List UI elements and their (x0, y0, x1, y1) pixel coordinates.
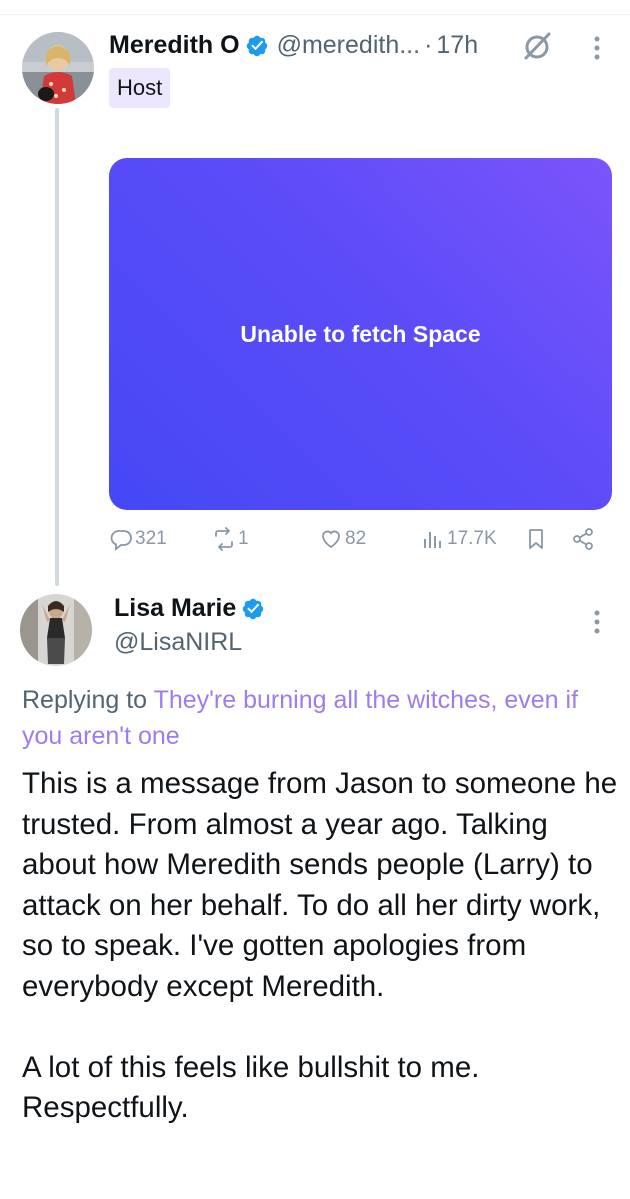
like-button[interactable]: 82 (319, 527, 366, 551)
tweet-action-bar: 321 1 82 17.7K (109, 527, 612, 557)
bookmark-icon (524, 527, 548, 551)
thread-connector-line (55, 108, 59, 586)
verified-badge-icon (241, 597, 265, 621)
replying-to-line: Replying to They're burning all the witc… (22, 682, 622, 754)
avatar-meredith[interactable] (22, 32, 94, 104)
more-options-icon[interactable] (585, 33, 609, 63)
like-count: 82 (345, 528, 367, 549)
host-badge: Host (109, 68, 171, 108)
space-card[interactable]: Unable to fetch Space (109, 158, 612, 510)
lisa-marie-header: Lisa Marie (114, 594, 265, 623)
views-button[interactable]: 17.7K (421, 527, 497, 551)
space-card-message: Unable to fetch Space (240, 320, 481, 347)
share-icon (571, 527, 595, 551)
share-button[interactable] (571, 527, 595, 551)
repost-button[interactable]: 1 (212, 527, 249, 551)
reply-icon (109, 527, 133, 551)
more-options-icon[interactable] (585, 607, 609, 637)
meredith-header: Meredith O @meredith... · 17h (109, 31, 478, 60)
replying-to-prefix: Replying to (22, 686, 154, 714)
separator-dot: · (424, 31, 433, 59)
space-icon (521, 31, 553, 61)
verified-badge-icon (245, 34, 269, 58)
reply-author-name[interactable]: Lisa Marie (114, 594, 236, 623)
views-icon (421, 527, 445, 551)
top-divider (0, 14, 630, 15)
reply-count: 321 (135, 528, 167, 549)
avatar-lisa-marie[interactable] (20, 594, 92, 666)
reply-author-handle[interactable]: @LisaNIRL (114, 628, 242, 657)
views-count: 17.7K (447, 528, 497, 549)
bookmark-button[interactable] (524, 527, 548, 551)
repost-icon (212, 527, 236, 551)
timestamp[interactable]: 17h (436, 31, 478, 60)
tweet-body-text: This is a message from Jason to someone … (22, 767, 618, 1124)
like-icon (319, 527, 343, 551)
author-handle[interactable]: @meredith... (277, 31, 420, 60)
reply-button[interactable]: 321 (109, 527, 167, 551)
repost-count: 1 (238, 528, 249, 549)
author-name[interactable]: Meredith O (109, 31, 240, 60)
